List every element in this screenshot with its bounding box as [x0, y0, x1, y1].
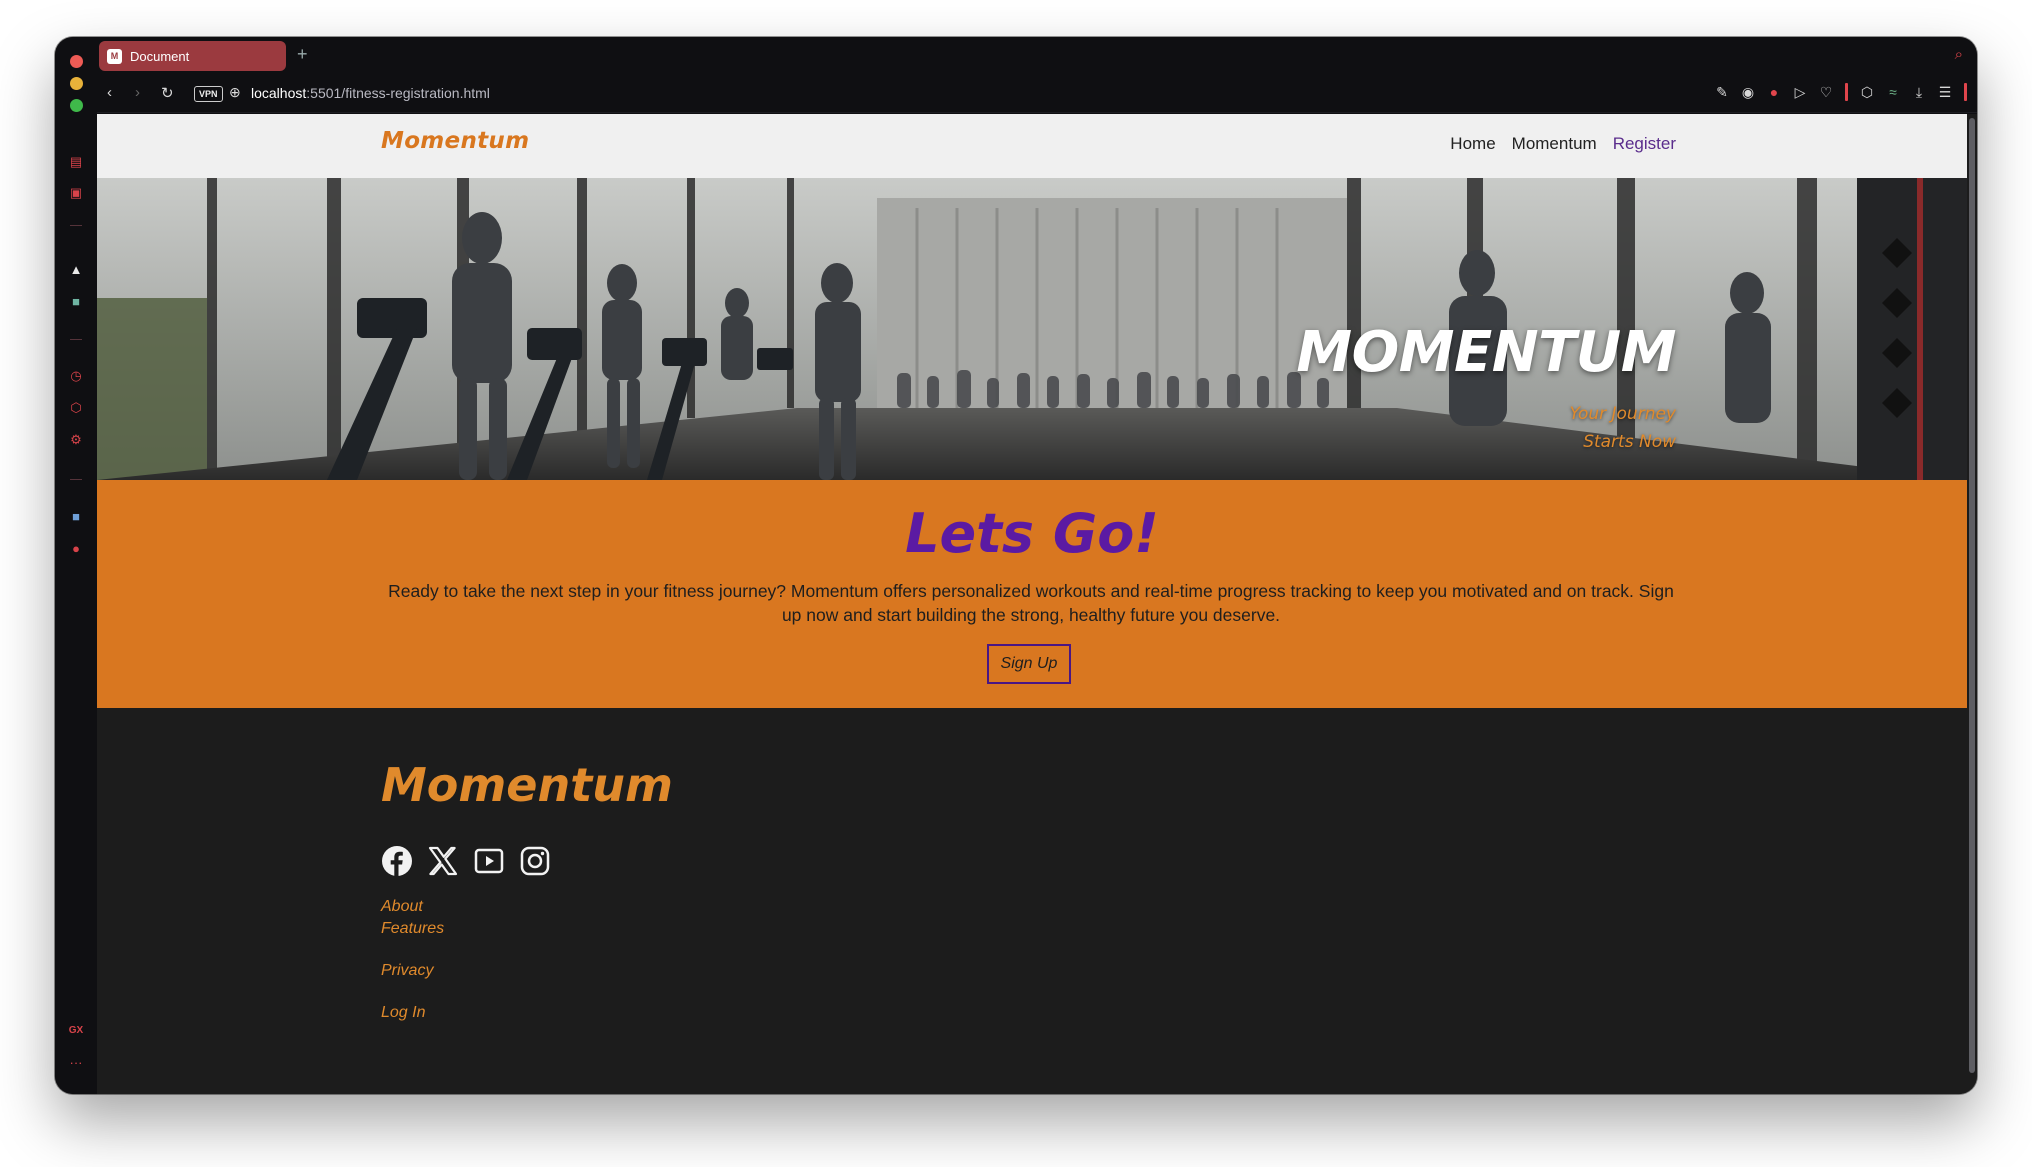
bookmark-icon[interactable]: ▣ [67, 184, 85, 202]
camera-icon[interactable]: ◉ [1741, 84, 1755, 101]
gym-photo [97, 178, 1967, 480]
footer-logo: Momentum [381, 758, 673, 812]
tab-favicon-icon: M [107, 48, 122, 64]
nav-home[interactable]: Home [1450, 134, 1495, 154]
sidebar-divider [70, 339, 82, 340]
page-viewport: Momentum Home Momentum Register MOMENTUM… [97, 114, 1967, 1094]
translate-icon[interactable]: ■ [67, 507, 85, 525]
tab-search-icon[interactable]: ⌕ [1955, 46, 1963, 63]
footer-link-privacy[interactable]: Privacy [381, 962, 444, 980]
gx-icon[interactable]: GX [67, 1021, 85, 1039]
shield-icon[interactable]: ● [1767, 84, 1781, 100]
cta-title: Lets Go! [905, 502, 1159, 565]
maximize-window-button[interactable] [70, 99, 83, 112]
tab-document[interactable]: M Document [99, 41, 286, 71]
forward-arrow-icon[interactable]: › [135, 84, 140, 101]
site-info-icon[interactable]: ⊕ [229, 84, 241, 101]
toolbar-indicator [1964, 83, 1967, 101]
url-field[interactable]: localhost:5501/fitness-registration.html [251, 85, 490, 101]
browser-sidebar: ▤ ▣ ▲ ■ ◷ ⬡ ⚙ ■ ● GX ··· [55, 37, 97, 1094]
hero-tagline: Your Journey Starts Now [1569, 400, 1676, 456]
site-navbar: Momentum Home Momentum Register [97, 114, 1967, 178]
tab-bar: M Document + ⌕ [97, 37, 1977, 74]
page-scrollbar[interactable] [1967, 114, 1977, 1094]
sign-up-button[interactable]: Sign Up [987, 644, 1071, 684]
scrollbar-thumb[interactable] [1969, 118, 1975, 1073]
ublock-icon[interactable]: ● [67, 539, 85, 557]
site-footer: Momentum About Features Privacy Log In [97, 708, 1967, 1094]
graph-icon[interactable]: ≈ [1886, 84, 1900, 100]
download-icon[interactable]: ⤓ [1912, 84, 1926, 101]
social-links [381, 845, 551, 877]
back-arrow-icon[interactable]: ‹ [107, 84, 112, 101]
url-path: :5501/fitness-registration.html [306, 85, 490, 101]
tab-title: Document [130, 48, 190, 64]
sidebar-divider [70, 225, 82, 226]
url-host: localhost [251, 85, 307, 101]
sidebar-divider [70, 479, 82, 480]
vpn-badge[interactable]: VPN [194, 86, 223, 102]
footer-link-features[interactable]: Features [381, 920, 444, 938]
sidebar-indicator [1845, 83, 1848, 101]
address-bar: ‹ › ↻ VPN ⊕ localhost:5501/fitness-regis… [97, 74, 1977, 113]
reload-icon[interactable]: ↻ [161, 84, 174, 102]
toolbar-icons: ✎ ◉ ● ▷ ♡ ⬡ ≈ ⤓ ☰ [1715, 83, 1967, 101]
footer-links: About Features Privacy Log In [381, 898, 444, 1022]
extensions-cube-icon[interactable]: ⬡ [67, 399, 85, 417]
browser-window: ▤ ▣ ▲ ■ ◷ ⬡ ⚙ ■ ● GX ··· M Document + ⌕ … [55, 37, 1977, 1094]
hero-tagline-line1: Your Journey [1569, 404, 1676, 424]
nav-register[interactable]: Register [1613, 134, 1676, 154]
nav-momentum[interactable]: Momentum [1512, 134, 1597, 154]
youtube-icon[interactable] [473, 845, 505, 877]
close-window-button[interactable] [70, 55, 83, 68]
settings-gear-icon[interactable]: ⚙ [67, 431, 85, 449]
speed-dial-icon[interactable]: ▤ [67, 153, 85, 171]
hero-tagline-line2: Starts Now [1583, 432, 1676, 452]
send-icon[interactable]: ▷ [1793, 84, 1807, 101]
x-icon[interactable] [427, 845, 459, 877]
edit-icon[interactable]: ✎ [1715, 84, 1729, 101]
footer-link-about[interactable]: About [381, 898, 444, 916]
hero-title: MOMENTUM [1296, 320, 1676, 385]
cta-section: Lets Go! Ready to take the next step in … [97, 480, 1967, 708]
cta-description: Ready to take the next step in your fitn… [388, 581, 1674, 625]
minimize-window-button[interactable] [70, 77, 83, 90]
new-tab-button[interactable]: + [297, 44, 308, 65]
site-logo[interactable]: Momentum [381, 128, 529, 154]
heart-icon[interactable]: ♡ [1819, 84, 1833, 101]
chatgpt-icon[interactable]: ■ [67, 292, 85, 310]
hero-banner: MOMENTUM Your Journey Starts Now [97, 178, 1967, 480]
history-icon[interactable]: ◷ [67, 367, 85, 385]
footer-link-login[interactable]: Log In [381, 1004, 444, 1022]
instagram-icon[interactable] [519, 845, 551, 877]
more-options-icon[interactable]: ··· [67, 1053, 85, 1071]
cube-icon[interactable]: ⬡ [1860, 84, 1874, 101]
menu-icon[interactable]: ☰ [1938, 84, 1952, 101]
facebook-icon[interactable] [381, 845, 413, 877]
nav-links: Home Momentum Register [1450, 134, 1676, 154]
aria-icon[interactable]: ▲ [67, 260, 85, 278]
